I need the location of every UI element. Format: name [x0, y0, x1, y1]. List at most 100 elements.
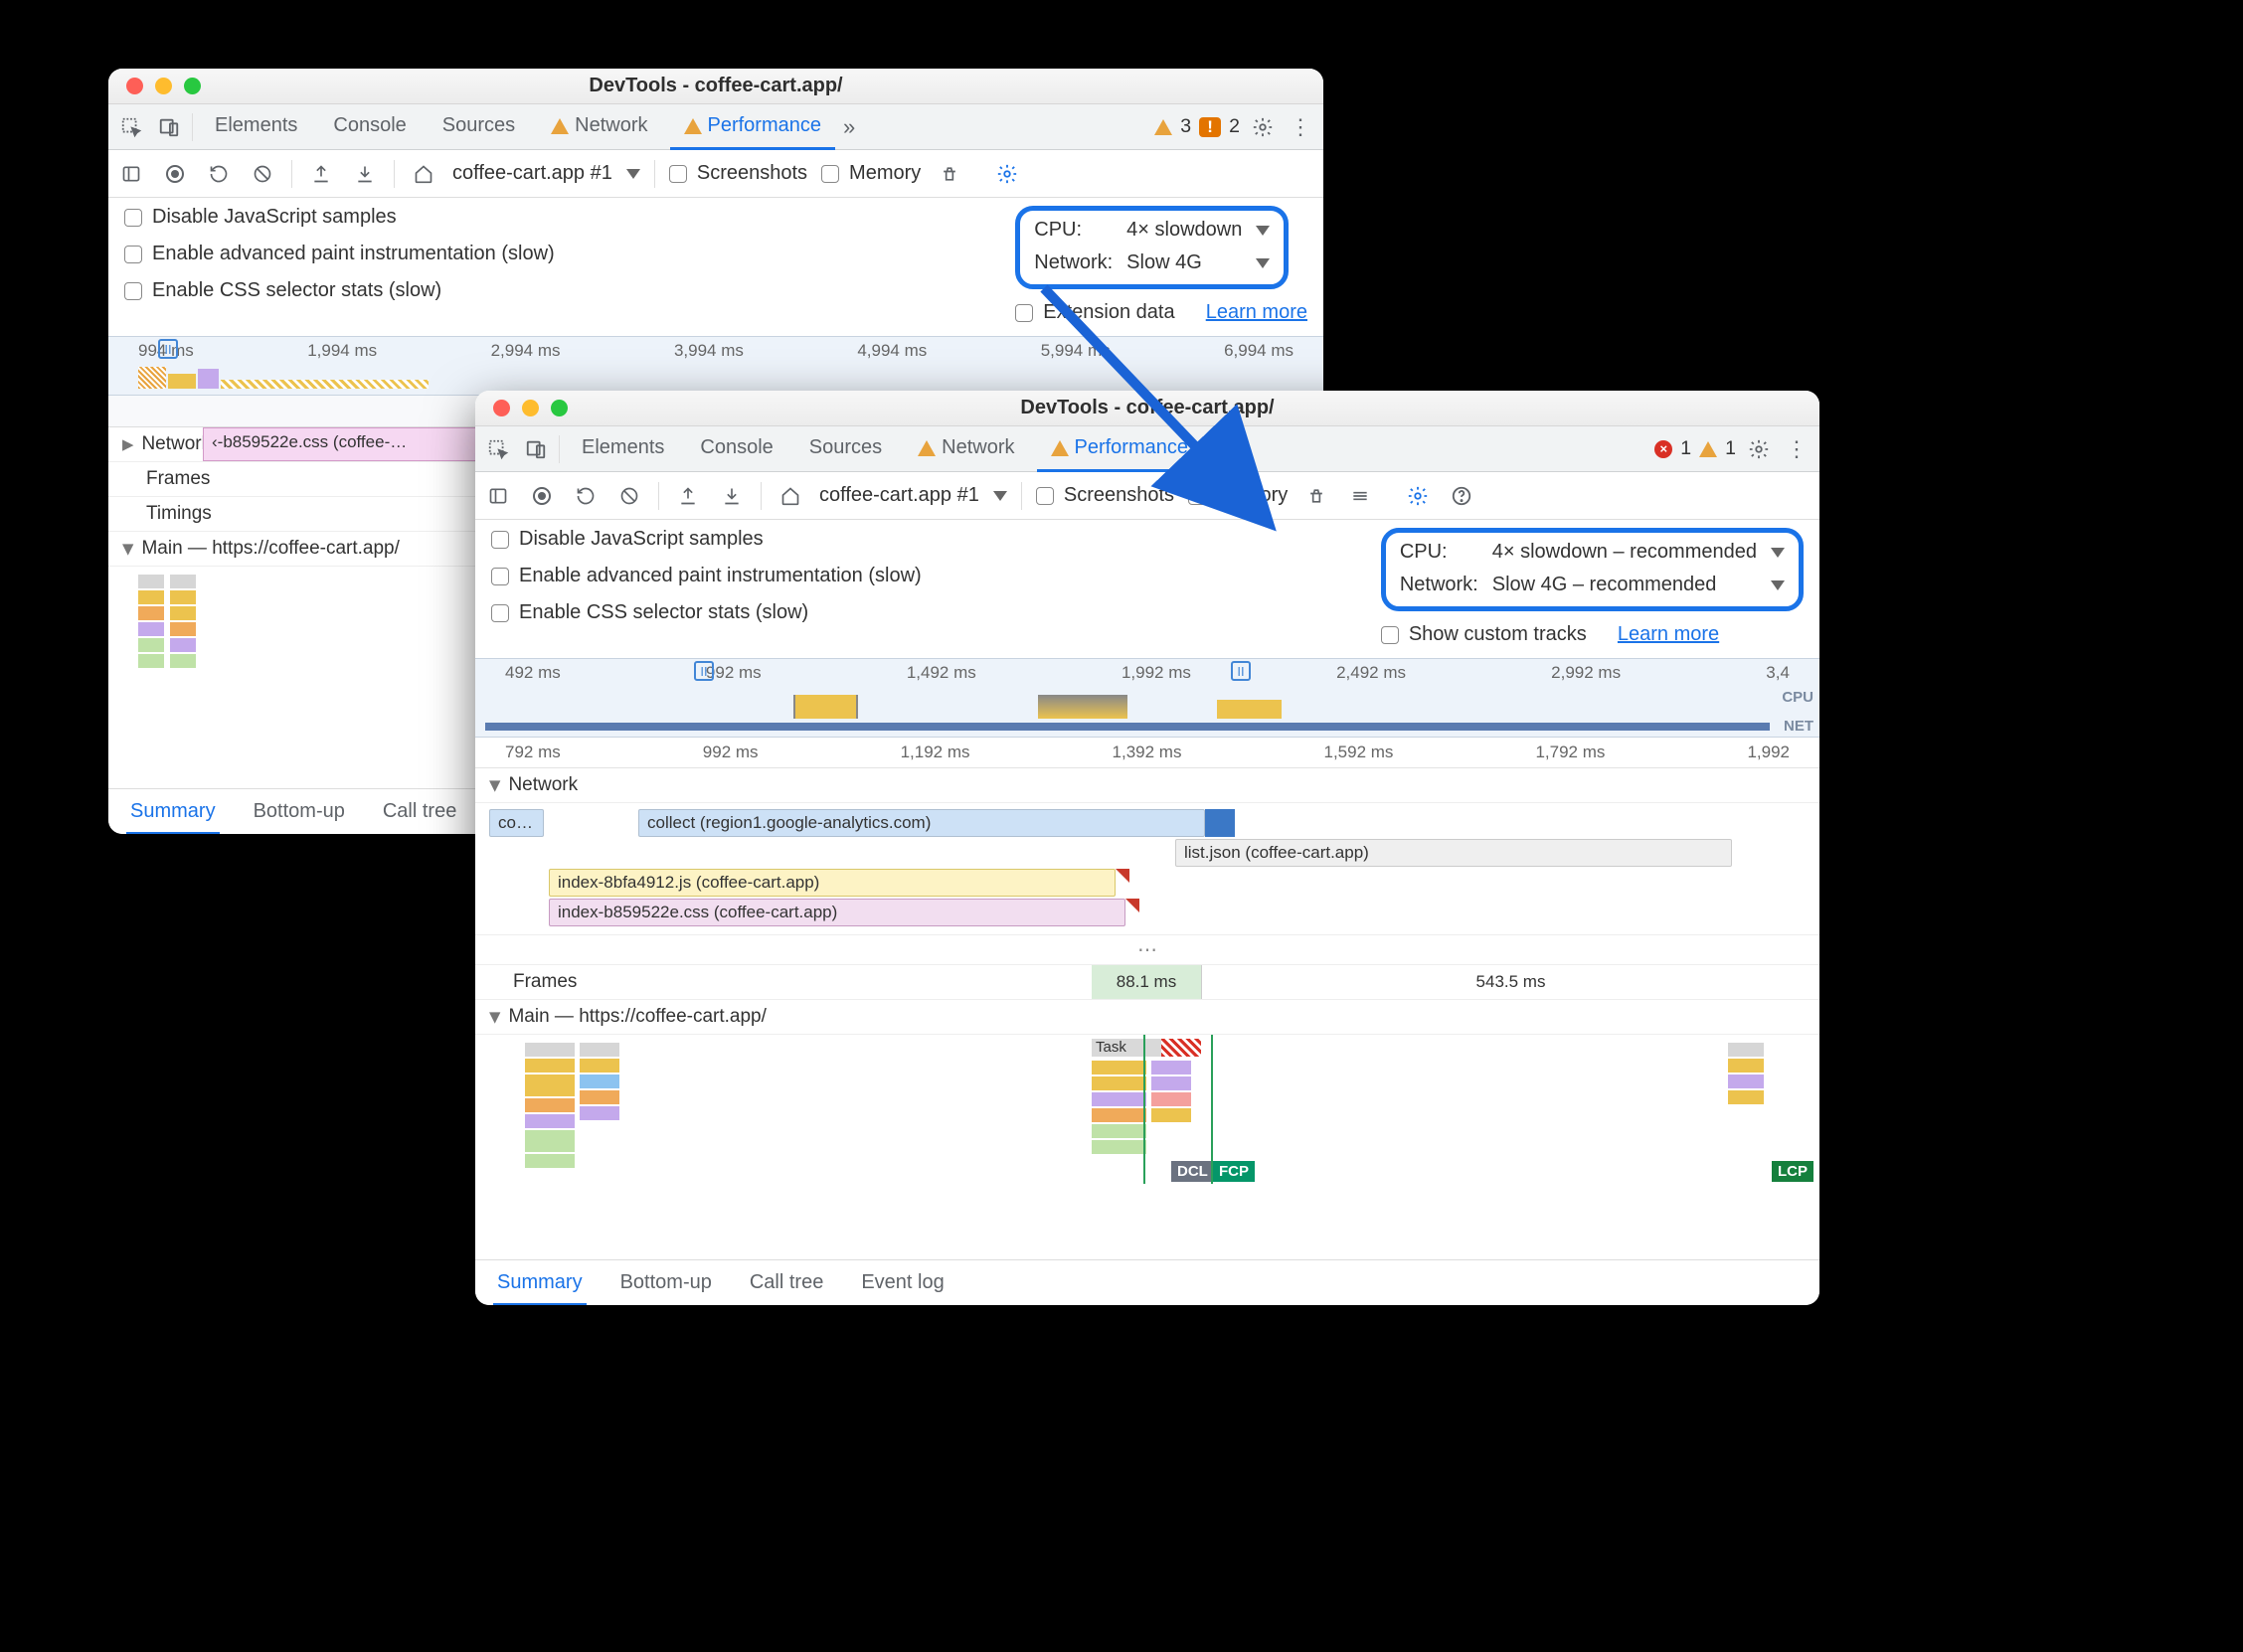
extension-data-checkbox[interactable] [1015, 304, 1033, 322]
collapsed-tracks-icon[interactable]: ⋯ [475, 935, 1819, 965]
network-throttle-select[interactable]: Slow 4G [1126, 251, 1242, 274]
tab-sources[interactable]: Sources [429, 103, 529, 150]
device-toggle-icon[interactable] [521, 434, 551, 464]
home-icon[interactable] [409, 159, 438, 189]
chevron-down-icon[interactable] [1256, 258, 1270, 268]
download-icon[interactable] [350, 159, 380, 189]
learn-more-link[interactable]: Learn more [1618, 623, 1719, 646]
memory-checkbox[interactable] [821, 165, 839, 183]
record-icon[interactable] [527, 481, 557, 511]
tab-bottom-up[interactable]: Bottom-up [250, 789, 349, 835]
net-req[interactable]: list.json (coffee-cart.app) [1175, 839, 1732, 867]
chevron-down-icon[interactable] [1771, 548, 1785, 558]
task-block[interactable]: Task [1092, 1039, 1161, 1057]
issue-error-count[interactable]: 1 [1680, 437, 1691, 460]
cpu-throttle-select[interactable]: 4× slowdown – recommended [1492, 541, 1757, 564]
issue-warning-count[interactable]: 1 [1725, 437, 1736, 460]
network-throttle-select[interactable]: Slow 4G – recommended [1492, 574, 1757, 596]
help-icon[interactable] [1447, 481, 1476, 511]
tab-network[interactable]: Network [537, 103, 661, 150]
more-tabs-icon[interactable]: » [1210, 436, 1222, 462]
range-end-icon[interactable]: II [1231, 661, 1251, 681]
settings-icon[interactable] [1744, 434, 1774, 464]
custom-tracks-checkbox[interactable] [1381, 626, 1399, 644]
recording-select[interactable]: coffee-cart.app #1 [452, 162, 612, 185]
tab-elements[interactable]: Elements [201, 103, 311, 150]
capture-settings-icon[interactable] [992, 159, 1022, 189]
minimize-icon[interactable] [155, 78, 172, 94]
tab-console[interactable]: Console [319, 103, 420, 150]
record-icon[interactable] [160, 159, 190, 189]
close-icon[interactable] [493, 400, 510, 416]
tab-summary[interactable]: Summary [126, 789, 220, 835]
clear-icon[interactable] [248, 159, 277, 189]
timeline-overview[interactable]: 492 ms992 ms1,492 ms1,992 ms2,492 ms2,99… [475, 658, 1819, 738]
download-icon[interactable] [717, 481, 747, 511]
chevron-down-icon[interactable] [626, 169, 640, 179]
gc-icon[interactable] [1301, 481, 1331, 511]
tab-elements[interactable]: Elements [568, 425, 678, 472]
home-icon[interactable] [776, 481, 805, 511]
net-req[interactable]: index-b859522e.css (coffee-cart.app) [549, 899, 1125, 926]
tab-event-log[interactable]: Event log [857, 1260, 948, 1306]
tab-call-tree[interactable]: Call tree [746, 1260, 827, 1306]
chevron-down-icon[interactable] [1771, 580, 1785, 590]
kebab-menu-icon[interactable]: ⋮ [1286, 112, 1315, 142]
issue-warning-count[interactable]: 3 [1180, 115, 1191, 138]
upload-icon[interactable] [673, 481, 703, 511]
capture-settings-icon[interactable] [1403, 481, 1433, 511]
tab-console[interactable]: Console [686, 425, 786, 472]
shortcuts-icon[interactable] [1345, 481, 1375, 511]
close-icon[interactable] [126, 78, 143, 94]
tab-summary[interactable]: Summary [493, 1260, 587, 1306]
tab-sources[interactable]: Sources [795, 425, 896, 472]
devtools-tabbar: Elements Console Sources Network Perform… [475, 426, 1819, 472]
toggle-panel-icon[interactable] [483, 481, 513, 511]
inspect-icon[interactable] [483, 434, 513, 464]
memory-checkbox[interactable] [1188, 487, 1206, 505]
kebab-menu-icon[interactable]: ⋮ [1782, 434, 1812, 464]
paint-instr-checkbox[interactable] [124, 246, 142, 263]
gc-icon[interactable] [935, 159, 964, 189]
clear-icon[interactable] [614, 481, 644, 511]
issue-error-count[interactable]: 2 [1229, 115, 1240, 138]
minimize-icon[interactable] [522, 400, 539, 416]
reload-record-icon[interactable] [204, 159, 234, 189]
track-main-header[interactable]: ▼Main — https://coffee-cart.app/ [475, 1000, 1819, 1035]
main-flamegraph[interactable]: Task DCL FCP LCP [475, 1035, 1819, 1184]
inspect-icon[interactable] [116, 112, 146, 142]
timeline-overview[interactable]: 994 ms1,994 ms2,994 ms3,994 ms4,994 ms5,… [108, 336, 1323, 396]
css-stats-checkbox[interactable] [124, 282, 142, 300]
range-start-icon[interactable]: II [694, 661, 714, 681]
track-frames[interactable]: Frames 88.1 ms 543.5 ms [475, 965, 1819, 1000]
more-tabs-icon[interactable]: » [843, 114, 855, 140]
upload-icon[interactable] [306, 159, 336, 189]
cpu-throttle-select[interactable]: 4× slowdown [1126, 219, 1242, 242]
device-toggle-icon[interactable] [154, 112, 184, 142]
tab-bottom-up[interactable]: Bottom-up [616, 1260, 716, 1306]
toggle-panel-icon[interactable] [116, 159, 146, 189]
learn-more-link[interactable]: Learn more [1206, 301, 1307, 324]
track-network-header[interactable]: ▼Network [475, 768, 1819, 803]
net-req[interactable]: collect (region1.google-analytics.com) [638, 809, 1205, 837]
tab-call-tree[interactable]: Call tree [379, 789, 460, 835]
disable-js-checkbox[interactable] [124, 209, 142, 227]
paint-instr-checkbox[interactable] [491, 568, 509, 585]
reload-record-icon[interactable] [571, 481, 601, 511]
css-stats-checkbox[interactable] [491, 604, 509, 622]
issue-badge-icon[interactable]: ! [1199, 117, 1221, 137]
settings-icon[interactable] [1248, 112, 1278, 142]
screenshots-checkbox[interactable] [669, 165, 687, 183]
tab-performance[interactable]: Performance [1037, 425, 1203, 472]
net-req[interactable]: index-8bfa4912.js (coffee-cart.app) [549, 869, 1116, 897]
screenshots-checkbox[interactable] [1036, 487, 1054, 505]
tab-performance[interactable]: Performance [670, 103, 836, 150]
recording-select[interactable]: coffee-cart.app #1 [819, 484, 979, 507]
tab-network[interactable]: Network [904, 425, 1028, 472]
zoom-icon[interactable] [551, 400, 568, 416]
chevron-down-icon[interactable] [1256, 226, 1270, 236]
chevron-down-icon[interactable] [993, 491, 1007, 501]
zoom-icon[interactable] [184, 78, 201, 94]
disable-js-checkbox[interactable] [491, 531, 509, 549]
net-req[interactable]: co… [489, 809, 544, 837]
